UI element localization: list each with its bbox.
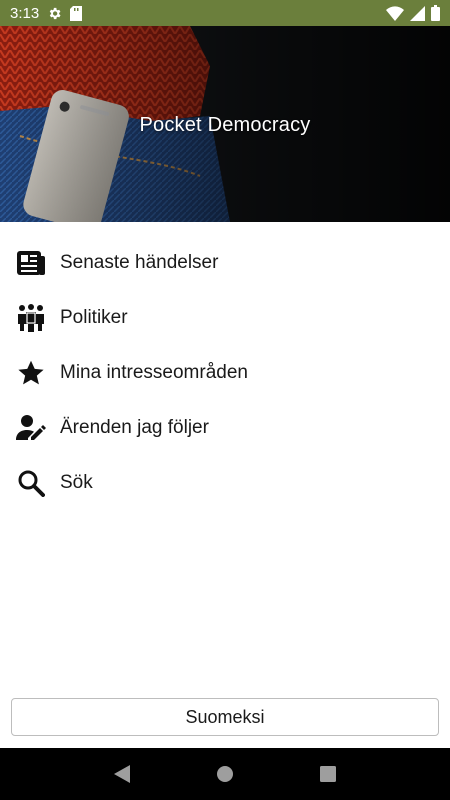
status-time: 3:13 [10, 4, 40, 22]
menu-item-label: Politiker [60, 306, 128, 328]
person-edit-icon [16, 413, 46, 443]
gear-icon [47, 6, 62, 21]
menu-item-senaste-handelser[interactable]: Senaste händelser [0, 235, 450, 290]
header-hero-image: Pocket Democracy [0, 26, 450, 222]
menu-item-label: Senaste händelser [60, 251, 219, 273]
status-bar: 3:13 [0, 0, 450, 26]
home-icon[interactable] [205, 754, 245, 794]
main-menu: Senaste händelser Politiker Mina intress… [0, 235, 450, 510]
menu-item-politiker[interactable]: Politiker [0, 290, 450, 345]
back-icon[interactable] [102, 754, 142, 794]
newspaper-icon [16, 248, 46, 278]
star-icon [16, 358, 46, 388]
recents-icon[interactable] [308, 754, 348, 794]
menu-item-label: Sök [60, 471, 93, 493]
menu-item-arenden-jag-foljer[interactable]: Ärenden jag följer [0, 400, 450, 455]
menu-item-label: Mina intresseområden [60, 361, 248, 383]
system-nav-bar [0, 748, 450, 800]
search-icon [16, 468, 46, 498]
language-button[interactable]: Suomeksi [11, 698, 439, 736]
people-icon [16, 303, 46, 333]
menu-item-sok[interactable]: Sök [0, 455, 450, 510]
app-title: Pocket Democracy [139, 114, 311, 136]
signal-icon [410, 5, 425, 21]
menu-item-label: Ärenden jag följer [60, 416, 209, 438]
sd-card-icon [70, 5, 83, 21]
wifi-icon [386, 5, 404, 21]
battery-icon [431, 5, 440, 21]
menu-item-mina-intresseomraden[interactable]: Mina intresseområden [0, 345, 450, 400]
